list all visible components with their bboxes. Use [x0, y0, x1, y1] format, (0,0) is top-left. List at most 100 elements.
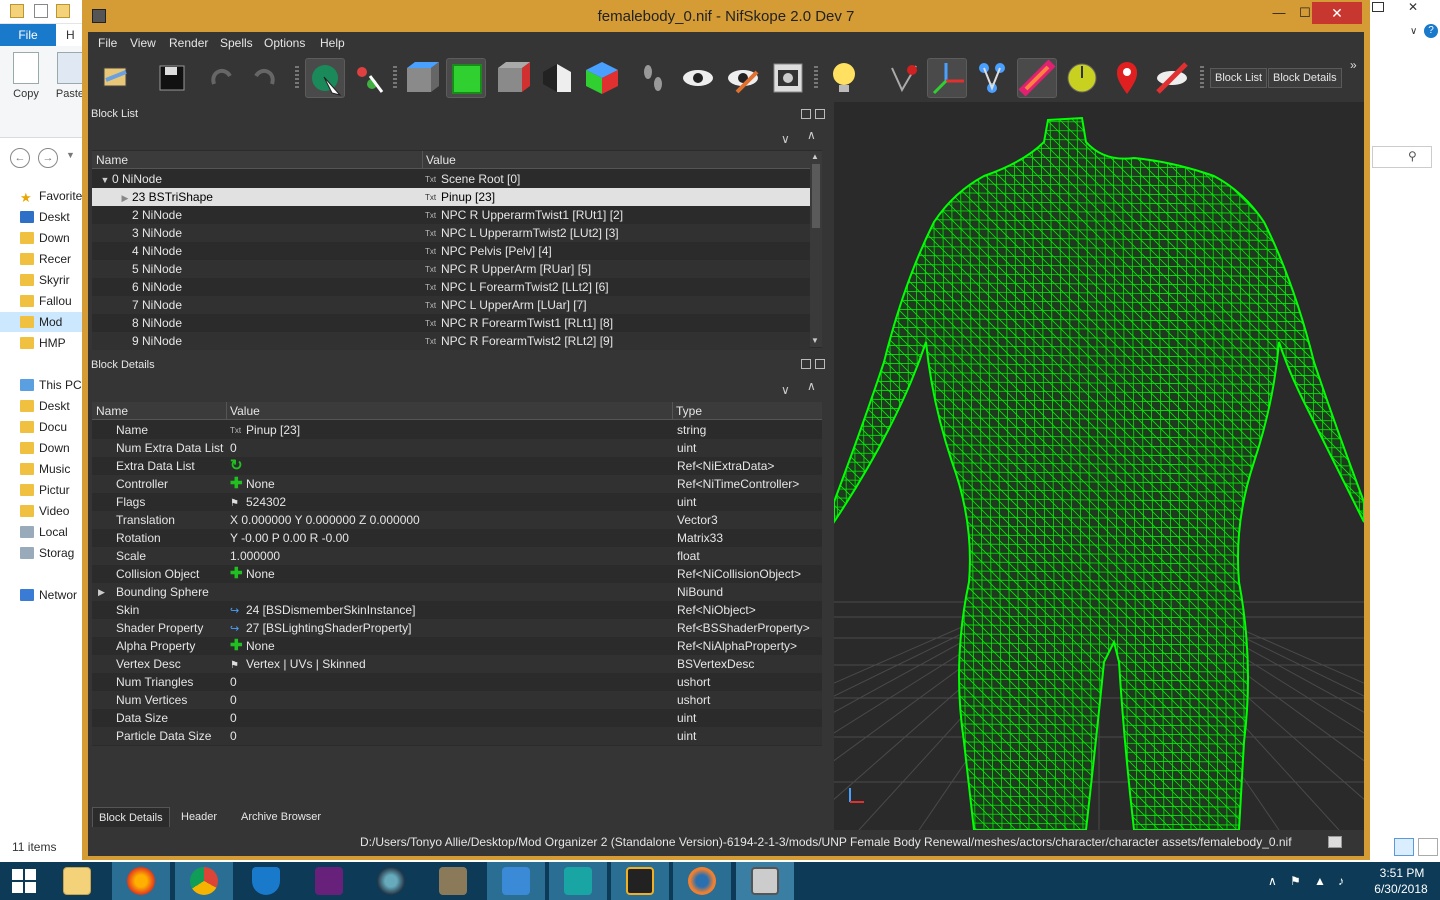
block-list-row[interactable]: ▶ 23 BSTriShape Txt Pinup [23] — [92, 188, 810, 206]
block-list-row[interactable]: ▼ 0 NiNode Txt Scene Root [0] — [92, 170, 810, 188]
gimp-icon[interactable] — [424, 862, 482, 900]
tree-item-network[interactable]: Networ — [20, 585, 82, 605]
field-value[interactable]: ↪ 27 [BSLightingShaderProperty] — [230, 619, 670, 638]
menu-options[interactable]: Options — [264, 35, 305, 51]
block-detail-row[interactable]: Alpha Property ✚ None Ref<NiAlphaProperty> — [92, 637, 822, 655]
restore-icon[interactable] — [1372, 2, 1384, 12]
block-list-row[interactable]: 6 NiNode Txt NPC L ForearmTwist2 [LLt2] [6… — [92, 278, 810, 296]
tree-item-desktop[interactable]: Deskt — [20, 207, 82, 227]
show-hidden-icons-icon[interactable]: ∧ — [1268, 874, 1277, 888]
screenshot-icon[interactable] — [768, 58, 808, 98]
show-furniture-icon[interactable] — [1107, 58, 1147, 98]
tree-item-skyrim[interactable]: Skyrir — [20, 270, 82, 290]
tree-item-fallout[interactable]: Fallou — [20, 291, 82, 311]
view-side-icon[interactable] — [492, 58, 532, 98]
column-header-value[interactable]: Value — [226, 402, 260, 420]
tab-header[interactable]: Header — [175, 807, 223, 827]
network-icon[interactable]: ▲ — [1314, 874, 1326, 888]
show-hidden-icon[interactable] — [678, 58, 718, 98]
block-list-row[interactable]: 7 NiNode Txt NPC L UpperArm [LUar] [7] — [92, 296, 810, 314]
field-value[interactable]: 0 — [230, 709, 670, 727]
show-axes-icon[interactable] — [927, 58, 967, 98]
close-dock-icon[interactable] — [815, 109, 825, 119]
block-list-row[interactable]: 9 NiNode Txt NPC R ForearmTwist2 [RLt2] [9… — [92, 332, 810, 350]
firefox-icon[interactable] — [112, 862, 170, 900]
clock-date[interactable]: 6/30/2018 — [1366, 882, 1436, 896]
menu-file[interactable]: File — [98, 35, 117, 51]
menu-view[interactable]: View — [130, 35, 156, 51]
copy-button[interactable]: Copy — [6, 52, 46, 100]
field-value[interactable]: 0 — [230, 439, 670, 457]
select-object-icon[interactable] — [305, 58, 345, 98]
help-icon[interactable]: ? — [1424, 24, 1438, 38]
block-list-row[interactable]: 8 NiNode Txt NPC R ForearmTwist1 [RLt1] [8… — [92, 314, 810, 332]
large-icons-view-button[interactable] — [1418, 838, 1438, 856]
tree-item-documents[interactable]: Docu — [20, 417, 82, 437]
nifskope-icon[interactable] — [736, 862, 794, 900]
view-top-icon[interactable] — [446, 58, 486, 98]
visual-studio-icon[interactable] — [300, 862, 358, 900]
redo-icon[interactable] — [244, 58, 284, 98]
block-detail-row[interactable]: ▶ Bounding Sphere NiBound — [92, 583, 822, 601]
scroll-down-icon[interactable]: ▼ — [811, 336, 819, 345]
field-value[interactable]: Txt Pinup [23] — [230, 421, 670, 440]
recent-locations-icon[interactable]: ▼ — [66, 150, 75, 160]
field-value[interactable]: 1.000000 — [230, 547, 670, 565]
lighting-icon[interactable] — [824, 58, 864, 98]
field-value[interactable]: 0 — [230, 673, 670, 691]
menu-spells[interactable]: Spells — [220, 35, 253, 51]
block-detail-row[interactable]: Vertex Desc ⚑ Vertex | UVs | Skinned BSVert… — [92, 655, 822, 673]
float-dock-icon[interactable] — [801, 109, 811, 119]
block-detail-row[interactable]: Translation X 0.000000 Y 0.000000 Z 0.000… — [92, 511, 822, 529]
block-list-toggle[interactable]: Block List — [1210, 68, 1268, 88]
tree-item-this-pc[interactable]: This PC — [20, 375, 82, 395]
tree-item-pc-desktop[interactable]: Deskt — [20, 396, 82, 416]
clock-time[interactable]: 3:51 PM — [1372, 866, 1432, 880]
tree-item-favorites[interactable]: ★ Favorite — [20, 186, 82, 206]
expand-arrow-icon[interactable]: ▶ — [98, 583, 105, 601]
tab-block-details[interactable]: Block Details — [92, 807, 170, 827]
block-detail-row[interactable]: Skin ↪ 24 [BSDismemberSkinInstance] Ref<NiO… — [92, 601, 822, 619]
block-detail-row[interactable]: Shader Property ↪ 27 [BSLightingShaderProp… — [92, 619, 822, 637]
field-value[interactable]: ✚ None — [230, 475, 670, 493]
show-constraints-icon[interactable] — [1017, 58, 1057, 98]
file-explorer-icon[interactable] — [48, 862, 106, 900]
flag-icon[interactable]: ⚑ — [1290, 874, 1301, 888]
forward-button[interactable]: → — [38, 148, 58, 168]
field-value[interactable]: ↪ 24 [BSDismemberSkinInstance] — [230, 601, 670, 620]
save-icon[interactable] — [152, 58, 192, 98]
field-value[interactable]: ✚ None — [230, 565, 670, 583]
blender-icon[interactable] — [673, 862, 731, 900]
block-details-toggle[interactable]: Block Details — [1268, 68, 1342, 88]
tree-item-mod[interactable]: Mod — [0, 312, 82, 332]
field-value[interactable]: ⚑ 524302 — [230, 493, 670, 513]
block-detail-row[interactable]: Flags ⚑ 524302 uint — [92, 493, 822, 511]
tree-item-local-disk[interactable]: Local — [20, 522, 82, 542]
field-value[interactable]: 0 — [230, 727, 670, 745]
camera-icon[interactable] — [362, 862, 420, 900]
3dsmax-icon[interactable] — [549, 862, 607, 900]
block-detail-row[interactable]: Num Triangles 0 ushort — [92, 673, 822, 691]
menu-help[interactable]: Help — [320, 35, 345, 51]
file-tab[interactable]: File — [0, 24, 56, 46]
view-user-icon[interactable] — [582, 58, 622, 98]
tree-item-hmp[interactable]: HMP — [20, 333, 82, 353]
show-markers-icon[interactable] — [1062, 58, 1102, 98]
block-detail-row[interactable]: Controller ✚ None Ref<NiTimeController> — [92, 475, 822, 493]
block-detail-row[interactable]: Scale 1.000000 float — [92, 547, 822, 565]
tree-item-downloads[interactable]: Down — [20, 228, 82, 248]
toolbar-grip[interactable] — [295, 66, 299, 90]
block-detail-row[interactable]: Particle Data Size 0 uint — [92, 727, 822, 745]
defender-icon[interactable] — [237, 862, 295, 900]
column-header-type[interactable]: Type — [672, 402, 702, 420]
float-dock-icon[interactable] — [801, 359, 811, 369]
block-detail-row[interactable]: Num Extra Data List 0 uint — [92, 439, 822, 457]
show-visible-icon[interactable] — [723, 58, 763, 98]
collapse-arrow-icon[interactable]: ▶ — [118, 189, 132, 206]
toolbar-grip[interactable] — [814, 66, 818, 90]
app-icon[interactable] — [611, 862, 669, 900]
block-detail-row[interactable]: Num Vertices 0 ushort — [92, 691, 822, 709]
close-icon[interactable]: ✕ — [1408, 0, 1418, 14]
menu-render[interactable]: Render — [169, 35, 208, 51]
minimize-button[interactable]: — — [1266, 2, 1292, 24]
